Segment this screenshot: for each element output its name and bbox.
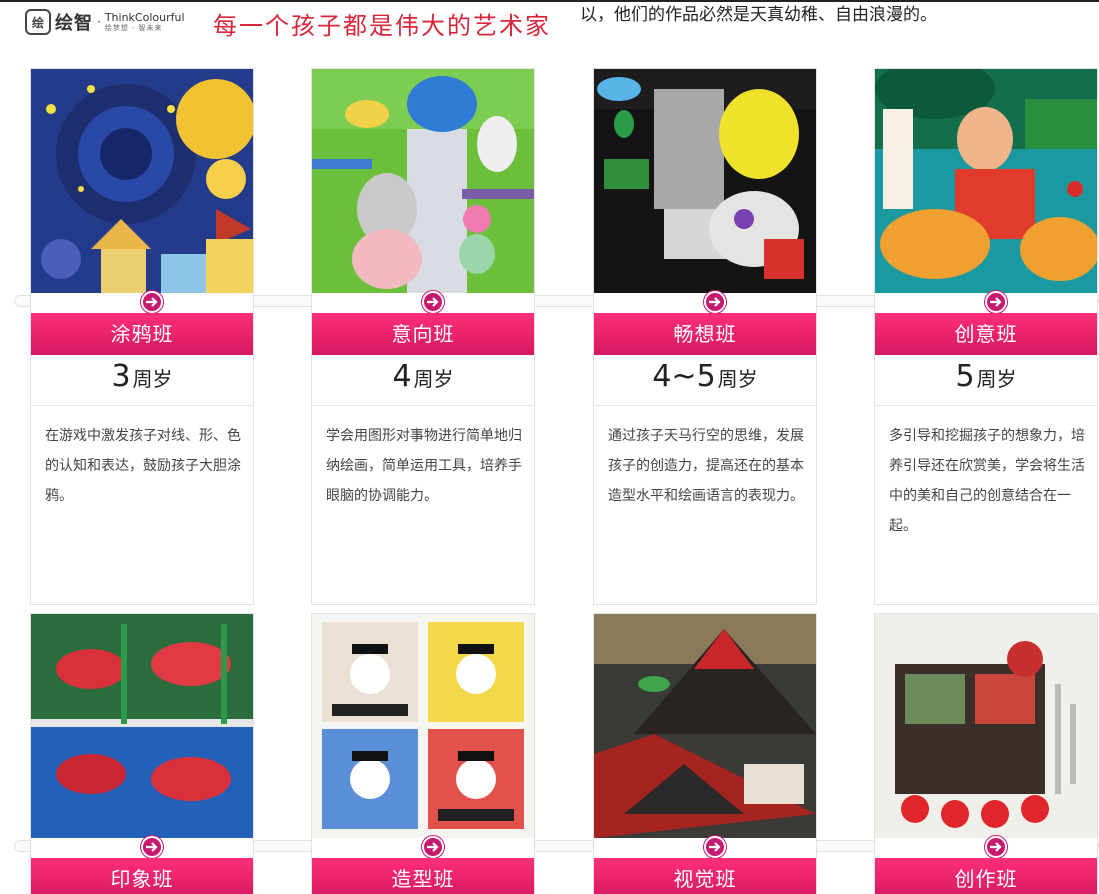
age-label: 5 周岁	[875, 359, 1097, 406]
age-number: 4	[392, 359, 412, 394]
logo-text-cn: 绘智	[55, 13, 93, 34]
course-card-changxiang[interactable]: 畅想班 4~5 周岁 通过孩子天马行空的思维，发展孩子的创造力，提高还在的基本造型…	[593, 68, 817, 605]
arrow-right-circle-icon[interactable]	[422, 836, 444, 858]
class-description: 多引导和挖掘孩子的想象力，培养引导还在欣赏美，学会将生活中的美和自己的创意结合在…	[889, 428, 1085, 534]
artwork-image	[31, 614, 253, 838]
logo-subtitle: 绘梦想 · 智未来	[104, 24, 163, 32]
arrow-right-circle-icon[interactable]	[704, 291, 726, 313]
artwork-image	[312, 69, 534, 293]
logo-separator: ·	[97, 15, 101, 29]
class-name-bar: 视觉班	[594, 858, 816, 894]
age-label: 4 周岁	[312, 359, 534, 406]
age-label: 3 周岁	[31, 359, 253, 406]
age-unit: 周岁	[132, 367, 173, 391]
logo-mark-icon: 绘	[25, 9, 51, 35]
course-row-1: 涂鸦班 3周岁 在游戏中激发孩子对线、形、色的认知和表达，鼓励孩子大胆涂鸦。	[0, 68, 1099, 608]
age-unit: 周岁	[413, 367, 454, 391]
age-unit: 周岁	[976, 367, 1017, 391]
course-card-shijue[interactable]: 视觉班	[593, 613, 817, 894]
arrow-right-circle-icon[interactable]	[985, 836, 1007, 858]
artwork-image	[31, 69, 253, 293]
intro-text: 以，他们的作品必然是天真幼稚、自由浪漫的。	[580, 5, 937, 25]
slogan: 每一个孩子都是伟大的艺术家	[213, 12, 551, 40]
class-description: 在游戏中激发孩子对线、形、色的认知和表达，鼓励孩子大胆涂鸦。	[45, 428, 241, 504]
arrow-right-circle-icon[interactable]	[985, 291, 1007, 313]
course-card-tuya[interactable]: 涂鸦班 3 周岁 在游戏中激发孩子对线、形、色的认知和表达，鼓励孩子大胆涂鸦。	[30, 68, 254, 605]
course-card-chuangzuo[interactable]: 创作班	[874, 613, 1098, 894]
class-name-bar: 印象班	[31, 858, 253, 894]
artwork-image	[875, 69, 1097, 293]
age-number: 3	[111, 359, 131, 394]
class-name-bar: 涂鸦班	[31, 313, 253, 355]
arrow-right-circle-icon[interactable]	[422, 291, 444, 313]
artwork-image	[312, 614, 534, 838]
course-card-yixiang[interactable]: 意向班 4 周岁 学会用图形对事物进行简单地归纳绘画，简单运用工具，培养手眼脑的协…	[311, 68, 535, 605]
artwork-image	[875, 614, 1097, 838]
arrow-right-circle-icon[interactable]	[141, 836, 163, 858]
course-card-zaoxing[interactable]: 造型班	[311, 613, 535, 894]
course-card-yinxiang[interactable]: 印象班	[30, 613, 254, 894]
class-description: 学会用图形对事物进行简单地归纳绘画，简单运用工具，培养手眼脑的协调能力。	[326, 428, 522, 504]
logo-text-en: ThinkColourful	[104, 11, 185, 24]
course-row-2: 印象班 造型班 视觉班 创作班	[0, 613, 1099, 894]
class-name-bar: 创作班	[875, 858, 1097, 894]
class-name-bar: 畅想班	[594, 313, 816, 355]
age-number: 5	[955, 359, 975, 394]
artwork-image	[594, 614, 816, 838]
arrow-right-circle-icon[interactable]	[141, 291, 163, 313]
age-number: 4~5	[652, 359, 716, 394]
class-name-bar: 创意班	[875, 313, 1097, 355]
age-unit: 周岁	[717, 367, 758, 391]
course-card-chuangyi[interactable]: 创意班 5 周岁 多引导和挖掘孩子的想象力，培养引导还在欣赏美，学会将生活中的美和…	[874, 68, 1098, 605]
artwork-image	[594, 69, 816, 293]
arrow-right-circle-icon[interactable]	[704, 836, 726, 858]
class-description: 通过孩子天马行空的思维，发展孩子的创造力，提高还在的基本造型水平和绘画语言的表现…	[608, 428, 804, 504]
brand-logo[interactable]: 绘 绘智 · ThinkColourful 绘梦想 · 智未来	[25, 6, 185, 38]
class-name-bar: 造型班	[312, 858, 534, 894]
age-label: 4~5 周岁	[594, 359, 816, 406]
class-name-bar: 意向班	[312, 313, 534, 355]
